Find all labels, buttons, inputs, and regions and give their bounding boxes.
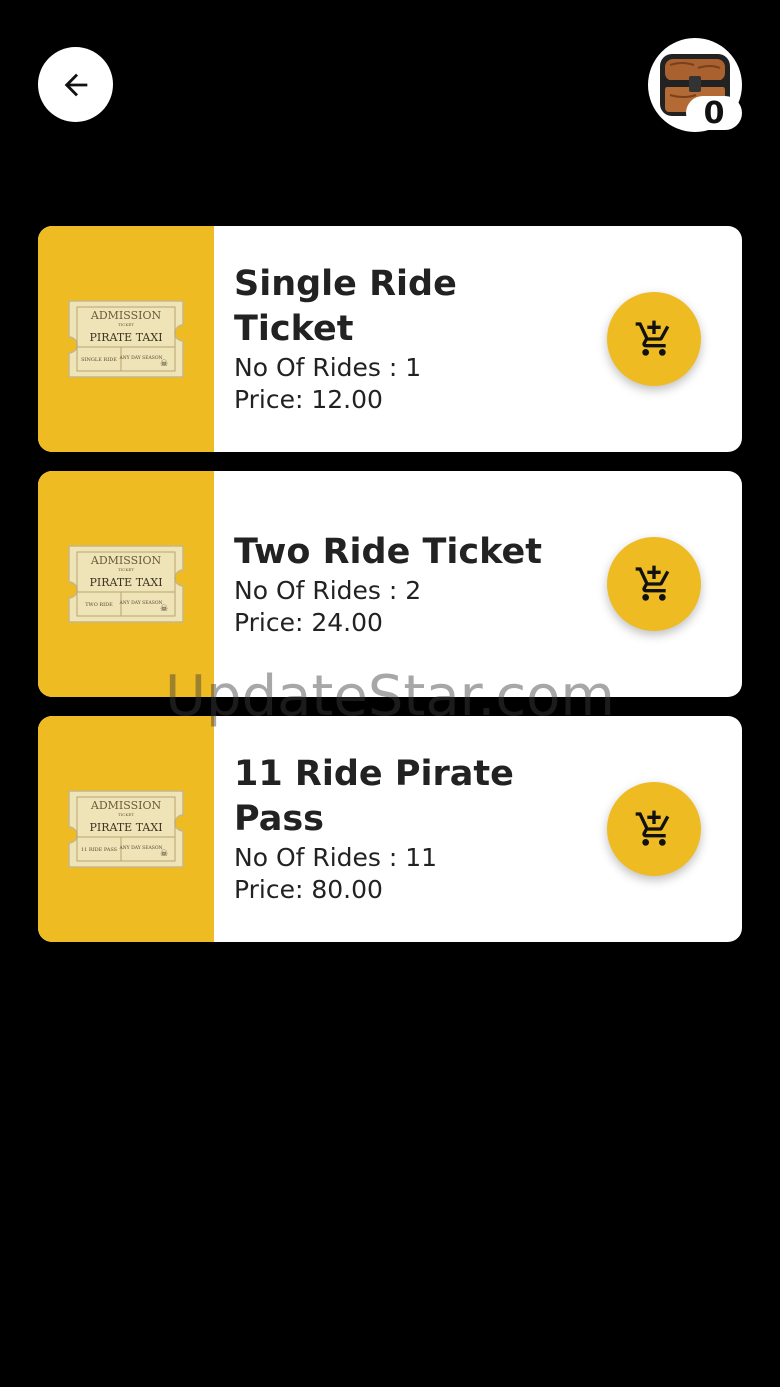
svg-text:ANY DAY SEASON: ANY DAY SEASON <box>119 600 163 606</box>
ticket-image-panel: ADMISSION TICKET PIRATE TAXI 11 RIDE PAS… <box>38 716 214 942</box>
ticket-price: Price: 12.00 <box>234 385 383 414</box>
cart-count-badge: 0 <box>686 96 742 131</box>
svg-text:ANY DAY SEASON: ANY DAY SEASON <box>119 845 163 851</box>
svg-text:☠: ☠ <box>160 849 168 859</box>
svg-text:PIRATE TAXI: PIRATE TAXI <box>89 821 162 834</box>
svg-text:PIRATE TAXI: PIRATE TAXI <box>89 576 162 589</box>
ticket-rides: No Of Rides : 11 <box>234 843 438 872</box>
ticket-image-panel: ADMISSION TICKET PIRATE TAXI TWO RIDE AN… <box>38 471 214 697</box>
svg-text:☠: ☠ <box>160 604 168 614</box>
back-button[interactable] <box>38 47 113 122</box>
svg-text:11 RIDE PASS: 11 RIDE PASS <box>81 847 118 853</box>
svg-text:ANY DAY SEASON: ANY DAY SEASON <box>119 355 163 361</box>
svg-text:SINGLE RIDE: SINGLE RIDE <box>81 357 117 363</box>
ticket-info: 11 Ride Pirate Pass No Of Rides : 11 Pri… <box>234 716 564 942</box>
ticket-info: Two Ride Ticket No Of Rides : 2 Price: 2… <box>234 471 564 697</box>
svg-text:ADMISSION: ADMISSION <box>90 309 162 322</box>
add-to-cart-button[interactable] <box>607 537 701 631</box>
svg-text:TWO RIDE: TWO RIDE <box>85 602 113 608</box>
add-shopping-cart-icon <box>635 565 670 601</box>
ticket-title: 11 Ride Pirate Pass <box>234 754 514 839</box>
add-to-cart-button[interactable] <box>607 292 701 386</box>
ticket-card: ADMISSION TICKET PIRATE TAXI 11 RIDE PAS… <box>38 716 742 942</box>
svg-text:TICKET: TICKET <box>118 567 134 572</box>
svg-text:☠: ☠ <box>160 359 168 369</box>
ticket-card: ADMISSION TICKET PIRATE TAXI TWO RIDE AN… <box>38 471 742 697</box>
add-shopping-cart-icon <box>635 810 670 846</box>
ticket-title: Two Ride Ticket <box>234 531 542 572</box>
arrow-left-icon <box>64 73 87 96</box>
ticket-title: Single Ride Ticket <box>234 264 457 349</box>
ticket-price: Price: 80.00 <box>234 875 383 904</box>
ticket-price: Price: 24.00 <box>234 607 383 637</box>
admission-ticket-image: ADMISSION TICKET PIRATE TAXI SINGLE RIDE… <box>68 300 184 378</box>
admission-ticket-image: ADMISSION TICKET PIRATE TAXI TWO RIDE AN… <box>68 545 184 623</box>
svg-text:TICKET: TICKET <box>118 812 134 817</box>
svg-text:PIRATE TAXI: PIRATE TAXI <box>89 331 162 344</box>
ticket-card: ADMISSION TICKET PIRATE TAXI SINGLE RIDE… <box>38 226 742 452</box>
admission-ticket-image: ADMISSION TICKET PIRATE TAXI 11 RIDE PAS… <box>68 790 184 868</box>
add-shopping-cart-icon <box>635 320 670 356</box>
ticket-image-panel: ADMISSION TICKET PIRATE TAXI SINGLE RIDE… <box>38 226 214 452</box>
svg-text:ADMISSION: ADMISSION <box>90 554 162 567</box>
svg-text:TICKET: TICKET <box>118 322 134 327</box>
ticket-info: Single Ride Ticket No Of Rides : 1 Price… <box>234 226 564 452</box>
svg-text:ADMISSION: ADMISSION <box>90 799 162 812</box>
add-to-cart-button[interactable] <box>607 782 701 876</box>
ticket-rides: No Of Rides : 2 <box>234 575 422 605</box>
ticket-rides: No Of Rides : 1 <box>234 353 422 382</box>
